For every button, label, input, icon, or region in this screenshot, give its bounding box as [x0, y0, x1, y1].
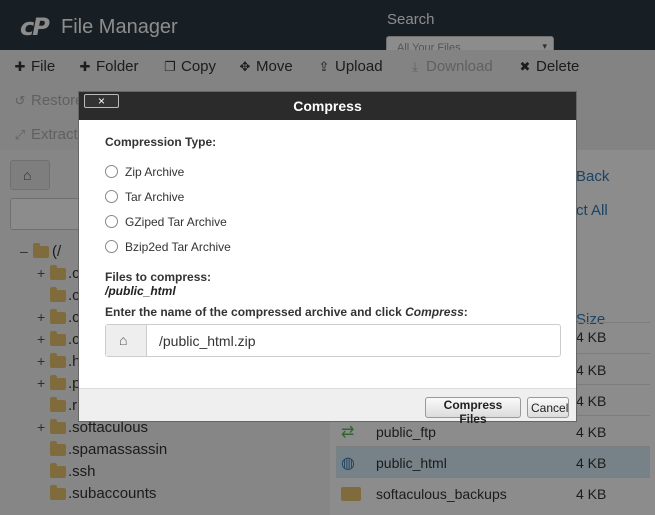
option-label: Bzip2ed Tar Archive: [125, 240, 231, 254]
option-label: Tar Archive: [125, 190, 185, 204]
dialog-body: Compression Type: Zip Archive Tar Archiv…: [79, 120, 576, 388]
cancel-button[interactable]: Cancel: [527, 397, 569, 418]
compress-files-button[interactable]: Compress Files: [425, 397, 521, 426]
radio-button[interactable]: [105, 240, 118, 253]
home-icon: ⌂: [119, 332, 128, 348]
compress-dialog: × Compress Compression Type: Zip Archive…: [78, 91, 577, 426]
dialog-title: Compress: [293, 98, 362, 114]
dialog-footer: Compress Files Cancel: [79, 388, 576, 426]
radio-button[interactable]: [105, 190, 118, 203]
prompt-suffix: :: [463, 305, 468, 319]
prompt-text: Enter the name of the compressed archive…: [105, 305, 406, 319]
radio-button[interactable]: [105, 215, 118, 228]
files-to-compress-value: /public_html: [105, 284, 176, 298]
archive-name-prompt: Enter the name of the compressed archive…: [105, 305, 468, 319]
archive-name-field: ⌂: [105, 324, 561, 357]
compression-type-label: Compression Type:: [105, 135, 217, 149]
files-to-compress-label: Files to compress:: [105, 270, 212, 284]
archive-name-input[interactable]: [148, 325, 560, 356]
option-label: GZiped Tar Archive: [125, 215, 227, 229]
prompt-emphasis: Compress: [405, 305, 464, 319]
radio-button[interactable]: [105, 165, 118, 178]
option-label: Zip Archive: [125, 165, 185, 179]
dialog-titlebar: × Compress: [79, 92, 576, 120]
input-addon: ⌂: [106, 325, 147, 356]
